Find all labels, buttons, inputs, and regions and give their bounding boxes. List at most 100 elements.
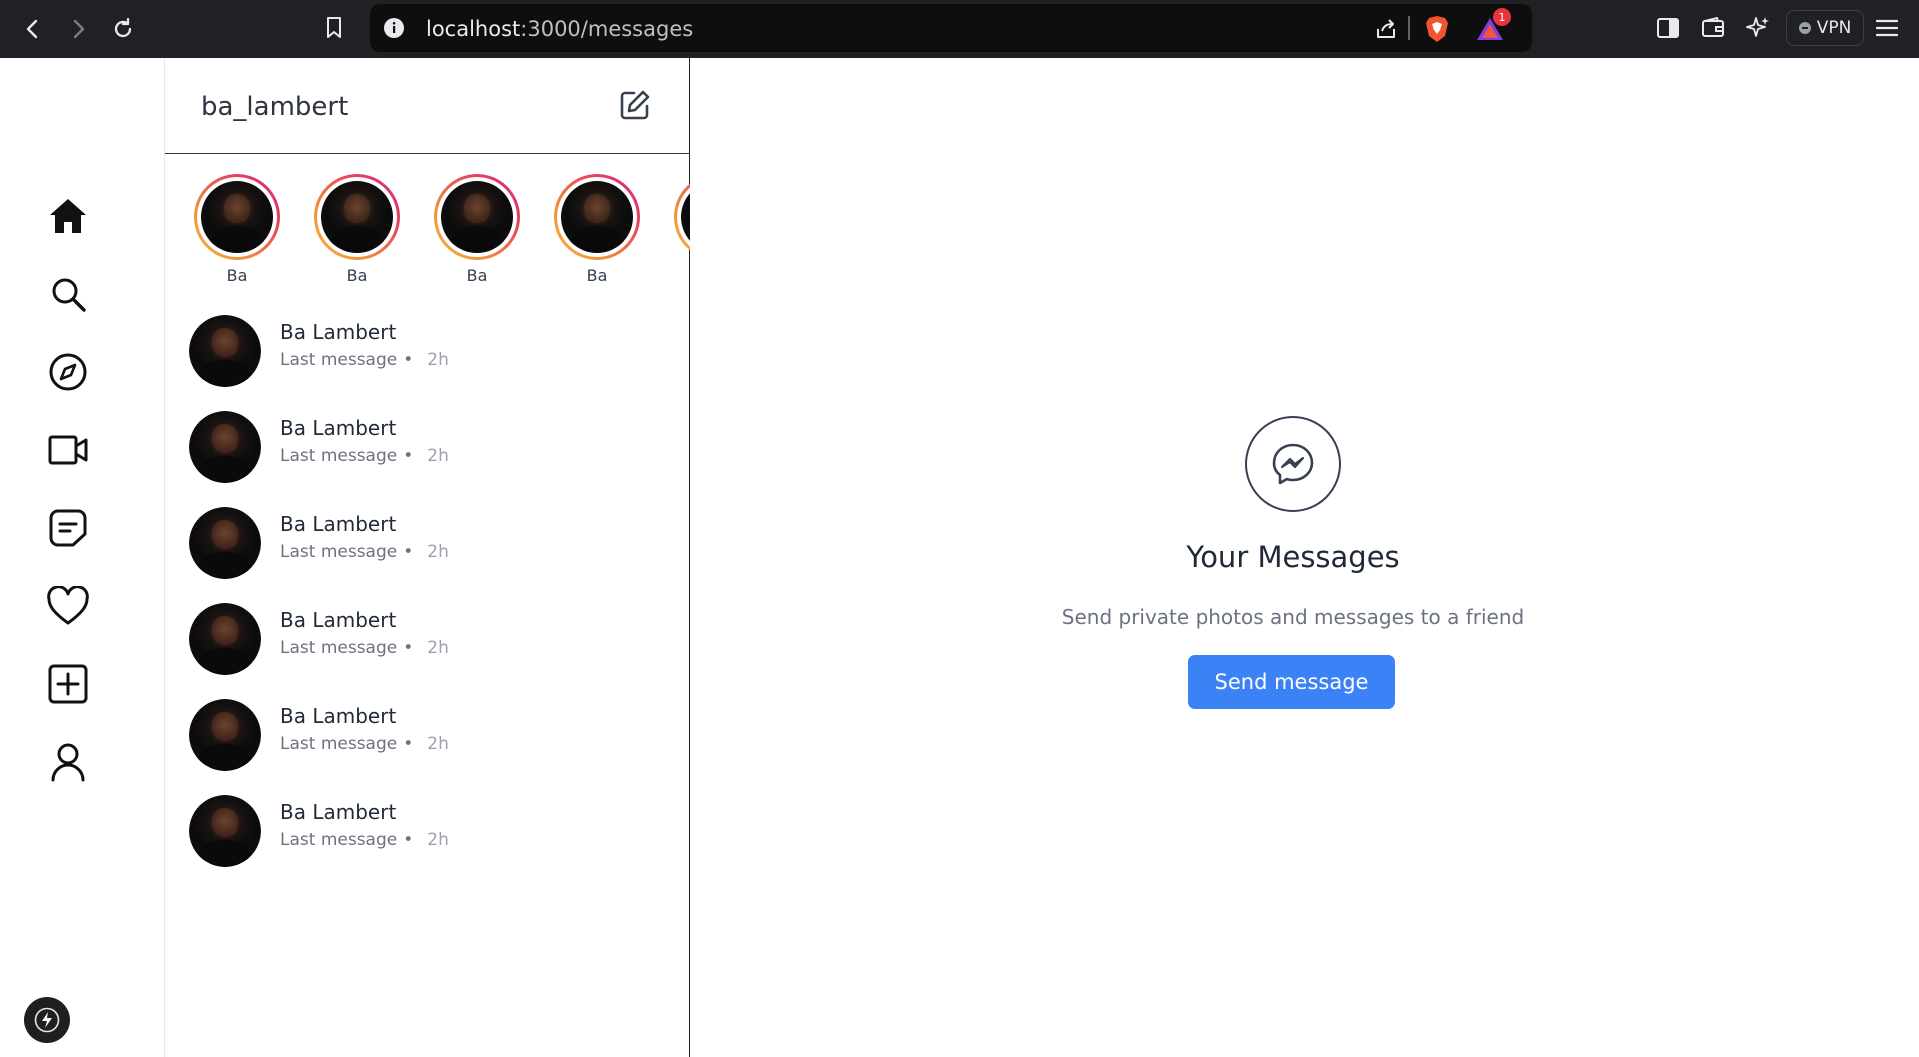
avatar [201,181,273,253]
last-message: Last message [280,830,398,850]
empty-state-title: Your Messages [1186,540,1400,574]
url-host: localhost [426,17,521,41]
conversation-meta: Last message • 2h [280,446,449,466]
conversation-meta: Last message • 2h [280,638,449,658]
vpn-status-icon [1798,22,1811,34]
conversation-name: Ba Lambert [280,512,397,536]
story-item[interactable]: Ba [312,174,402,285]
avatar [561,181,633,253]
brave-shield-icon[interactable] [1423,14,1451,44]
url-path: :3000/messages [520,17,694,41]
bookmark-icon[interactable] [320,13,348,43]
forward-icon[interactable] [61,12,95,46]
conversation-meta: Last message • 2h [280,830,449,850]
address-bar[interactable]: localhost:3000/messages 1 [370,4,1532,52]
avatar [441,181,513,253]
story-item-partial[interactable] [672,174,690,260]
conversations-panel: ba_lambert Ba Ba Ba Ba Ba Lambert Last m… [165,58,690,1057]
conversation-name: Ba Lambert [280,608,397,632]
nav-create[interactable] [44,660,92,708]
lightning-icon [34,1007,60,1033]
avatar [321,181,393,253]
last-message: Last message [280,542,398,562]
messenger-icon [1272,443,1314,485]
vpn-button[interactable]: VPN [1786,10,1864,46]
story-name: Ba [226,266,248,285]
share-icon[interactable] [1372,15,1400,43]
avatar [189,411,261,483]
back-icon[interactable] [16,12,50,46]
conversation-row[interactable]: Ba Lambert Last message • 2h [165,402,690,483]
avatar [681,181,690,253]
reload-icon[interactable] [106,12,140,46]
send-message-button[interactable]: Send message [1188,655,1395,709]
conversation-name: Ba Lambert [280,704,397,728]
last-message: Last message [280,734,398,754]
timestamp: 2h [427,542,449,562]
avatar [189,603,261,675]
conversation-meta: Last message • 2h [280,734,449,754]
username-title: ba_lambert [201,92,349,122]
conversation-row[interactable]: Ba Lambert Last message • 2h [165,306,690,387]
dev-tools-button[interactable] [24,997,70,1043]
browser-toolbar: localhost:3000/messages 1 VPN [0,0,1919,58]
wallet-icon[interactable] [1699,14,1727,42]
empty-state-subtitle: Send private photos and messages to a fr… [1061,605,1525,629]
conversation-name: Ba Lambert [280,320,397,344]
create-icon [48,664,88,704]
nav-notifications[interactable] [44,582,92,630]
separator: • [403,446,414,466]
nav-reels[interactable] [44,426,92,474]
sidebar-toggle-icon[interactable] [1654,14,1682,42]
separator: • [403,350,414,370]
toolbar-divider [1408,16,1410,40]
conversation-row[interactable]: Ba Lambert Last message • 2h [165,594,690,675]
conversations-header: ba_lambert [165,58,689,154]
story-ring [194,174,280,260]
story-item[interactable]: Ba [552,174,642,285]
video-icon [48,435,88,465]
last-message: Last message [280,638,398,658]
story-item[interactable]: Ba [192,174,282,285]
url-text: localhost:3000/messages [426,17,693,41]
timestamp: 2h [427,350,449,370]
avatar [189,795,261,867]
nav-explore[interactable] [44,348,92,396]
story-name: Ba [346,266,368,285]
stories-row: Ba Ba Ba Ba [165,174,690,289]
timestamp: 2h [427,830,449,850]
last-message: Last message [280,446,398,466]
notification-badge: 1 [1493,8,1511,26]
brave-rewards-icon[interactable]: 1 [1473,8,1511,44]
vpn-label: VPN [1816,18,1852,38]
timestamp: 2h [427,638,449,658]
story-name: Ba [586,266,608,285]
conversation-row[interactable]: Ba Lambert Last message • 2h [165,498,690,579]
story-ring [674,174,690,260]
menu-icon[interactable] [1873,14,1901,42]
conversation-meta: Last message • 2h [280,350,449,370]
home-icon [50,199,86,233]
nav-search[interactable] [44,270,92,318]
story-ring [434,174,520,260]
site-info-icon[interactable] [382,16,406,40]
conversation-row[interactable]: Ba Lambert Last message • 2h [165,786,690,867]
nav-profile[interactable] [44,738,92,786]
conversation-name: Ba Lambert [280,416,397,440]
separator: • [403,638,414,658]
separator: • [403,542,414,562]
conversation-name: Ba Lambert [280,800,397,824]
timestamp: 2h [427,446,449,466]
nav-home[interactable] [44,192,92,240]
nav-messages[interactable] [44,504,92,552]
messages-icon [49,509,87,547]
conversation-row[interactable]: Ba Lambert Last message • 2h [165,690,690,771]
leo-ai-icon[interactable] [1744,13,1772,41]
compass-icon [49,353,87,391]
compose-button[interactable] [618,88,652,122]
messenger-icon-circle [1245,416,1341,512]
avatar [189,699,261,771]
separator: • [403,734,414,754]
story-item[interactable]: Ba [432,174,522,285]
separator: • [403,830,414,850]
